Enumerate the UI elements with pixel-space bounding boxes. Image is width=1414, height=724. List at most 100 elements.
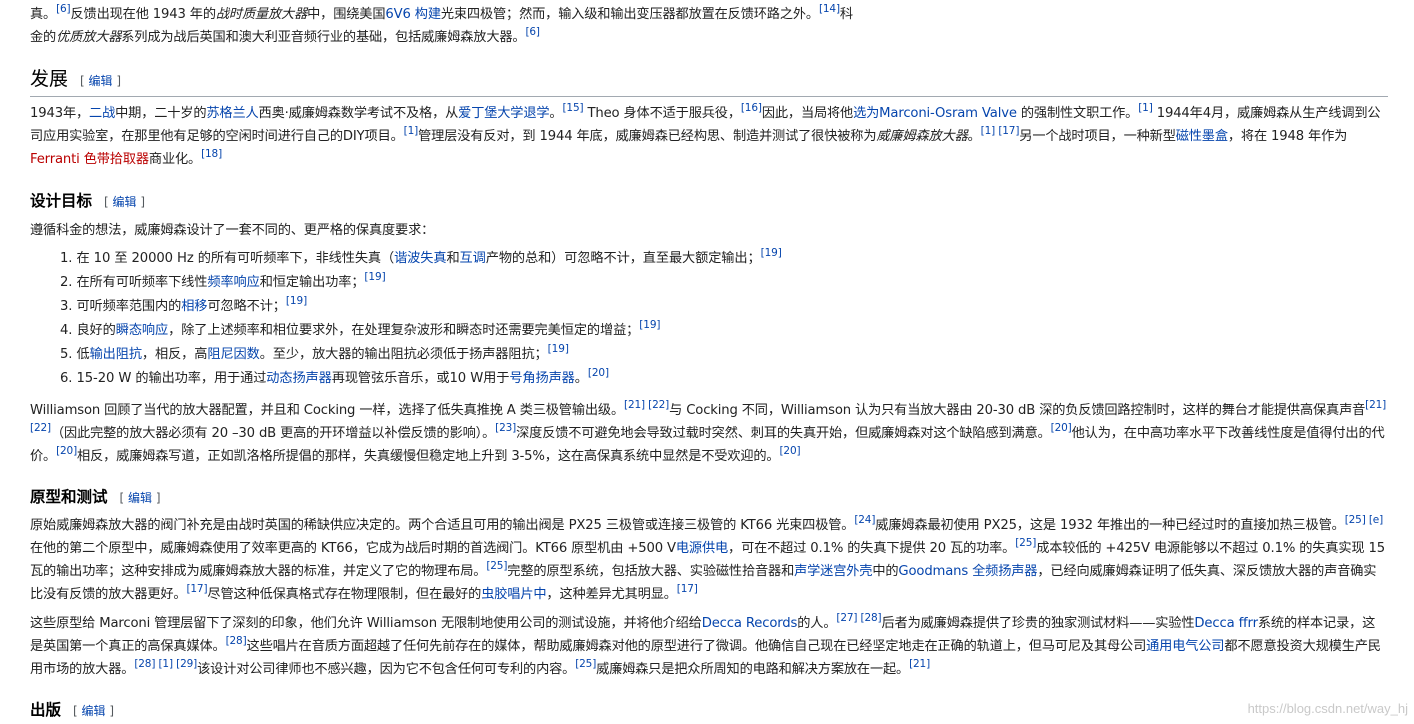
citation-link[interactable]: [6] bbox=[56, 3, 71, 15]
link-ferranti[interactable]: Ferranti bbox=[30, 152, 80, 167]
citation-link[interactable]: [19] bbox=[761, 247, 782, 259]
link-gec[interactable]: 通用电气公司 bbox=[1146, 639, 1224, 654]
citation-link[interactable]: [1] bbox=[1138, 102, 1153, 114]
edit-link[interactable]: 编辑 bbox=[89, 74, 113, 88]
text: 反馈出现在他 1943 年的 bbox=[70, 7, 217, 22]
citation-link[interactable]: [20] bbox=[588, 367, 609, 379]
edit-link[interactable]: 编辑 bbox=[82, 704, 106, 718]
citation-link[interactable]: [19] bbox=[548, 343, 569, 355]
citation-link[interactable]: [21] bbox=[909, 658, 930, 670]
text: 完整的原型系统，包括放大器、实验磁性拾音器和 bbox=[507, 564, 795, 579]
text: 真。 bbox=[30, 7, 57, 22]
link-selected[interactable]: 选为 bbox=[853, 106, 879, 121]
text: ，除了上述频率和相位要求外，在处理复杂波形和瞬态时还需要完美恒定的增益； bbox=[168, 323, 640, 338]
citation-link[interactable]: [19] bbox=[286, 295, 307, 307]
text: 原始威廉姆森放大器的阀门补充是由战时英国的稀缺供应决定的。两个合适且可用的输出阀… bbox=[30, 518, 855, 533]
link-ww2[interactable]: 二战 bbox=[89, 106, 115, 121]
italic-term: 优质放大器 bbox=[56, 30, 122, 45]
note-link[interactable]: [e] bbox=[1369, 514, 1383, 526]
link-dynamic-speaker[interactable]: 动态扬声器 bbox=[266, 371, 332, 386]
text: 尽管这种低保真格式存在物理限制，但在最好的 bbox=[207, 587, 482, 602]
text: 威廉姆森只是把众所周知的电路和解决方案放在一起。 bbox=[596, 662, 910, 677]
list-item: 3. 可听频率范围内的相移可忽略不计；[19] bbox=[60, 295, 1414, 319]
link-magnetic-cartridge[interactable]: 磁性墨盒 bbox=[1176, 129, 1228, 144]
text: 1943年， bbox=[30, 106, 90, 121]
development-paragraph: 1943年，二战中期，二十岁的苏格兰人西奥·威廉姆森数学考试不及格，从爱丁堡大学… bbox=[30, 102, 1388, 171]
link-build[interactable]: 构建 bbox=[415, 7, 441, 22]
edit-section: [ 编辑 ] bbox=[119, 491, 161, 505]
citation-link[interactable]: [6] bbox=[525, 26, 540, 38]
link-phase-shift[interactable]: 相移 bbox=[181, 299, 207, 314]
text: 商业化。 bbox=[148, 152, 202, 167]
citation-link[interactable]: [15] bbox=[562, 102, 583, 114]
link-transient-response[interactable]: 瞬态响应 bbox=[116, 323, 168, 338]
text: 的强制性文职工作。 bbox=[1016, 106, 1139, 121]
citation-link[interactable]: [23] bbox=[495, 422, 516, 434]
citation-link[interactable]: [28] bbox=[134, 658, 155, 670]
citation-link[interactable]: [25] bbox=[486, 560, 507, 572]
citation-link[interactable]: [25] bbox=[1015, 537, 1036, 549]
citation-link[interactable]: [25] bbox=[1345, 514, 1366, 526]
text: 威廉姆森最初使用 PX25，这是 1932 年推出的一种已经过时的直接加热三极管… bbox=[875, 518, 1345, 533]
text: 2. 在所有可听频率下线性 bbox=[60, 275, 208, 290]
text: 深度反馈不可避免地会导致过载时突然、刺耳的失真开始，但威廉姆森对这个缺陷感到满意… bbox=[516, 426, 1051, 441]
link-frequency-response[interactable]: 频率响应 bbox=[207, 275, 259, 290]
text: 4. 良好的 bbox=[60, 323, 116, 338]
text: 遵循科金的想法，威廉姆森设计了一套不同的、更严格的保真度要求： bbox=[30, 223, 435, 238]
citation-link[interactable]: [16] bbox=[741, 102, 762, 114]
intro-paragraph: 真。[6]反馈出现在他 1943 年的战时质量放大器中，围绕美国6V6 构建光束… bbox=[30, 3, 1388, 49]
link-horn-speaker[interactable]: 号角扬声器 bbox=[509, 371, 575, 386]
citation-link[interactable]: [17] bbox=[677, 583, 698, 595]
edit-section: [ 编辑 ] bbox=[104, 195, 146, 209]
section-heading: 发展 [ 编辑 ] bbox=[30, 66, 1388, 97]
link-acoustic-maze[interactable]: 声学迷宫外壳 bbox=[794, 564, 872, 579]
text: 在他的第二个原型中，威廉姆森使用了效率更高的 KT66，它成为战后时期的首选阀门… bbox=[30, 541, 676, 556]
link-intermod[interactable]: 互调 bbox=[460, 251, 486, 266]
citation-link[interactable]: [19] bbox=[364, 271, 385, 283]
link-ribbon-pickup[interactable]: 色带拾取器 bbox=[84, 152, 149, 167]
citation-link[interactable]: [1] bbox=[158, 658, 173, 670]
link-marconi-osram[interactable]: Marconi-Osram Valve bbox=[879, 106, 1017, 121]
citation-link[interactable]: [28] bbox=[861, 612, 882, 624]
citation-link[interactable]: [22] bbox=[30, 422, 51, 434]
citation-link[interactable]: [28] bbox=[226, 635, 247, 647]
edit-section: [ 编辑 ] bbox=[80, 74, 122, 88]
link-edinburgh[interactable]: 爱丁堡大学退学 bbox=[458, 106, 549, 121]
citation-link[interactable]: [1] bbox=[404, 125, 419, 137]
text: 。 bbox=[549, 106, 563, 121]
link-decca-records[interactable]: Decca Records bbox=[702, 616, 798, 631]
citation-link[interactable]: [1] bbox=[981, 125, 996, 137]
link-scottish[interactable]: 苏格兰人 bbox=[206, 106, 258, 121]
citation-link[interactable]: [21] bbox=[1365, 399, 1386, 411]
citation-link[interactable]: [18] bbox=[201, 148, 222, 160]
citation-link[interactable]: [20] bbox=[1051, 422, 1072, 434]
citation-link[interactable]: [14] bbox=[819, 3, 840, 15]
citation-link[interactable]: [25] bbox=[575, 658, 596, 670]
citation-link[interactable]: [21] bbox=[624, 399, 645, 411]
link-damping-factor[interactable]: 阻尼因数 bbox=[207, 347, 259, 362]
link-power-supply[interactable]: 电源供电 bbox=[676, 541, 728, 556]
citation-link[interactable]: [24] bbox=[854, 514, 875, 526]
citation-link[interactable]: [27] bbox=[836, 612, 857, 624]
text: ，相反，高 bbox=[141, 347, 208, 362]
citation-link[interactable]: [22] bbox=[648, 399, 669, 411]
link-harmonic-distortion[interactable]: 谐波失真 bbox=[394, 251, 446, 266]
link-output-impedance[interactable]: 输出阻抗 bbox=[90, 347, 142, 362]
text: 后者为威廉姆森提供了珍贵的独家测试材料——实验性 bbox=[881, 616, 1195, 631]
citation-link[interactable]: [29] bbox=[176, 658, 197, 670]
link-decca-ffrr[interactable]: Decca ffrr bbox=[1194, 616, 1258, 631]
link-goodmans[interactable]: Goodmans 全频扬声器 bbox=[898, 564, 1037, 579]
prototype-paragraph-2: 这些原型给 Marconi 管理层留下了深刻的印象，他们允许 Williamso… bbox=[30, 612, 1388, 681]
link-shellac[interactable]: 虫胶唱片中 bbox=[481, 587, 546, 602]
link-6v6[interactable]: 6V6 bbox=[385, 7, 411, 22]
goals-intro: 遵循科金的想法，威廉姆森设计了一套不同的、更严格的保真度要求： bbox=[30, 219, 1388, 242]
text: 和 bbox=[446, 251, 460, 266]
citation-link[interactable]: [17] bbox=[186, 583, 207, 595]
citation-link[interactable]: [20] bbox=[779, 445, 800, 457]
edit-link[interactable]: 编辑 bbox=[128, 491, 152, 505]
edit-link[interactable]: 编辑 bbox=[113, 195, 137, 209]
goals-paragraph: Williamson 回顾了当代的放大器配置，并且和 Cocking 一样，选择… bbox=[30, 399, 1388, 468]
citation-link[interactable]: [20] bbox=[56, 445, 77, 457]
citation-link[interactable]: [17] bbox=[998, 125, 1019, 137]
citation-link[interactable]: [19] bbox=[639, 319, 660, 331]
